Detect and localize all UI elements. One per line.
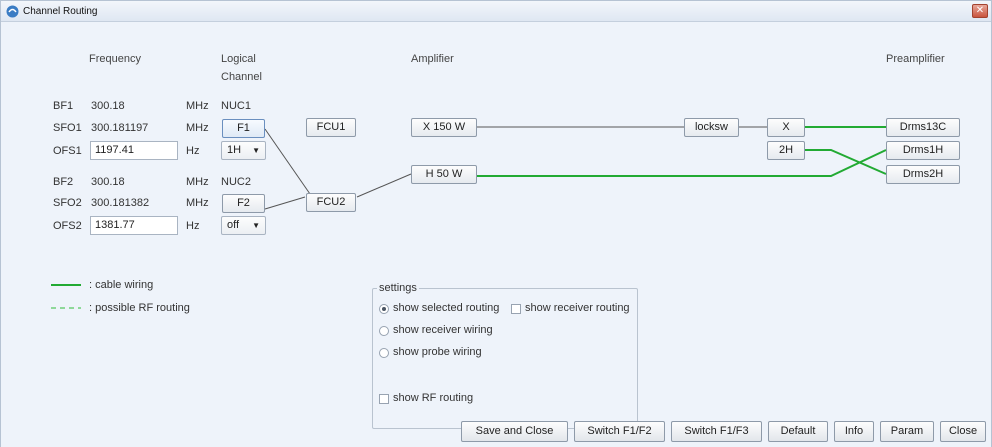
title-bar: Channel Routing ✕ [1,1,991,22]
ofs1-unit: Hz [186,145,200,157]
header-preamplifier: Preamplifier [886,53,945,65]
locksw-box[interactable]: locksw [684,118,739,137]
ofs2-label: OFS2 [53,220,82,232]
default-button[interactable]: Default [768,421,828,442]
window-title: Channel Routing [23,6,98,17]
legend-cable-label: : cable wiring [89,279,154,291]
wire-h50w-drms1h [477,149,887,177]
info-button[interactable]: Info [834,421,874,442]
bf2-unit: MHz [186,176,209,188]
bf1-label: BF1 [53,100,74,112]
wire-f2-fcu2 [264,196,306,210]
ofs2-unit: Hz [186,220,200,232]
f2-button[interactable]: F2 [222,194,265,213]
header-amplifier: Amplifier [411,53,454,65]
switch-f1-f2-button[interactable]: Switch F1/F2 [574,421,665,442]
checkbox-show-receiver-routing[interactable] [511,304,521,314]
sfo2-value: 300.181382 [91,197,150,209]
amplifier-h50w[interactable]: H 50 W [411,165,477,184]
sfo1-label: SFO1 [53,122,82,134]
show-receiver-wiring-label[interactable]: show receiver wiring [393,324,493,336]
channel-routing-window: Channel Routing ✕ Frequency Logical Chan [0,0,992,447]
sfo2-label: SFO2 [53,197,82,209]
chevron-down-icon: ▼ [252,221,260,230]
settings-title: settings [377,282,419,294]
sfo2-unit: MHz [186,197,209,209]
2h-box[interactable]: 2H [767,141,805,160]
nuc1-label: NUC1 [221,100,251,112]
header-logical: Logical [221,53,256,65]
bf1-value: 300.18 [91,100,125,112]
fcu1-box[interactable]: FCU1 [306,118,356,137]
chevron-down-icon: ▼ [252,146,260,155]
preamp-drms13c[interactable]: Drms13C [886,118,960,137]
nucleus2-select[interactable]: off ▼ [221,216,266,235]
nucleus2-value: off [227,219,240,231]
settings-group: settings show selected routing show rece… [372,282,638,429]
wire-f1-fcu2 [264,128,311,195]
ofs1-label: OFS1 [53,145,82,157]
wire-2h-drms2h [805,149,887,175]
nucleus1-value: 1H [227,144,242,156]
window-close-icon[interactable]: ✕ [972,4,988,18]
amplifier-x150w[interactable]: X 150 W [411,118,477,137]
header-channel: Channel [221,71,262,83]
fcu2-box[interactable]: FCU2 [306,193,356,212]
x-box[interactable]: X [767,118,805,137]
preamp-drms1h[interactable]: Drms1H [886,141,960,160]
bf2-label: BF2 [53,176,74,188]
app-icon [6,5,19,18]
preamp-drms2h[interactable]: Drms2H [886,165,960,184]
radio-show-receiver-wiring[interactable] [379,326,389,336]
switch-f1-f3-button[interactable]: Switch F1/F3 [671,421,762,442]
ofs2-input[interactable]: 1381.77 [90,216,178,235]
ofs1-input[interactable]: 1197.41 [90,141,178,160]
legend-rf-label: : possible RF routing [89,302,190,314]
nuc2-label: NUC2 [221,176,251,188]
sfo1-unit: MHz [186,122,209,134]
header-frequency: Frequency [89,53,141,65]
radio-show-probe-wiring[interactable] [379,348,389,358]
checkbox-show-rf-routing[interactable] [379,394,389,404]
sfo1-value: 300.181197 [91,122,149,134]
show-receiver-routing-label[interactable]: show receiver routing [525,302,630,314]
bf2-value: 300.18 [91,176,125,188]
show-probe-wiring-label[interactable]: show probe wiring [393,346,482,358]
show-rf-routing-label[interactable]: show RF routing [393,392,473,404]
wire-fcu2-h50w [356,173,412,198]
show-selected-routing-label[interactable]: show selected routing [393,302,499,314]
close-button[interactable]: Close [940,421,986,442]
save-and-close-button[interactable]: Save and Close [461,421,568,442]
f1-button[interactable]: F1 [222,119,265,138]
nucleus1-select[interactable]: 1H ▼ [221,141,266,160]
param-button[interactable]: Param [880,421,934,442]
radio-show-selected-routing[interactable] [379,304,389,314]
content-area: Frequency Logical Channel Amplifier Prea… [1,23,991,447]
bf1-unit: MHz [186,100,209,112]
